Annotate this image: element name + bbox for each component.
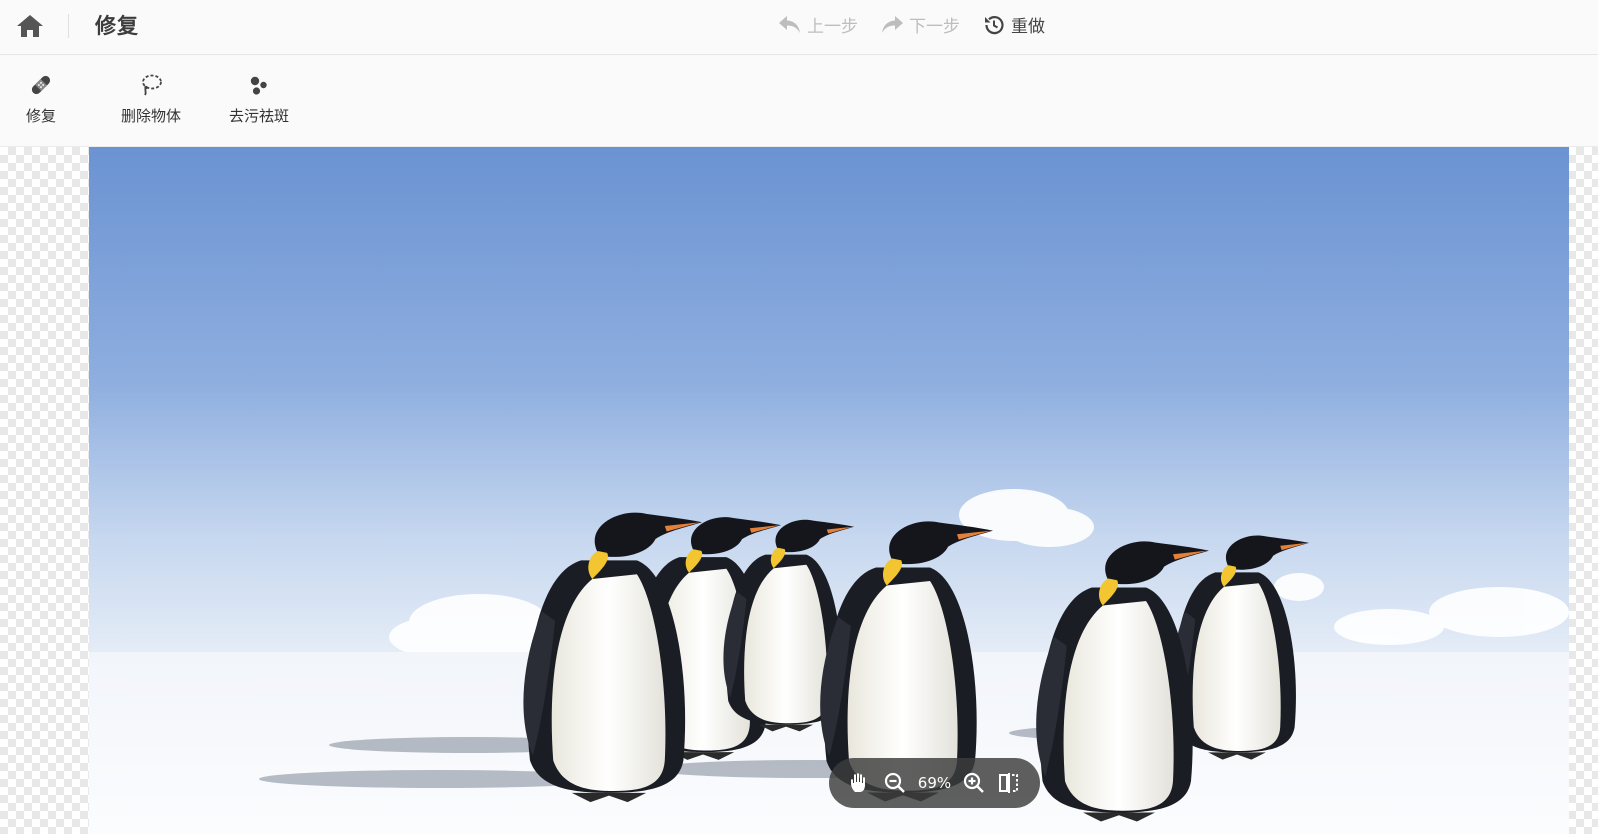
tool-spot-removal[interactable]: 去污祛斑	[229, 71, 289, 126]
zoom-in-button[interactable]	[962, 771, 986, 795]
tool-bar: 修复 删除物体 去污祛斑	[0, 55, 1598, 147]
redo-label: 下一步	[909, 17, 960, 37]
editing-canvas[interactable]	[0, 147, 1598, 834]
tool-label: 修复	[26, 107, 57, 125]
zoom-in-icon	[963, 772, 984, 793]
compare-icon	[998, 773, 1018, 793]
top-bar: 修复 上一步 下一步 重做	[0, 0, 1598, 55]
bandage-icon	[27, 71, 55, 99]
reset-label: 重做	[1011, 17, 1045, 37]
history-controls: 上一步 下一步 重做	[778, 12, 1045, 37]
pan-button[interactable]	[848, 771, 872, 795]
zoom-control-bar: 69%	[829, 758, 1040, 808]
undo-icon	[779, 15, 800, 33]
home-button[interactable]	[14, 11, 46, 41]
hand-icon	[851, 773, 866, 792]
lasso-icon	[137, 71, 165, 99]
tool-remove-object[interactable]: 删除物体	[121, 71, 181, 126]
reset-button[interactable]: 重做	[982, 12, 1045, 37]
topbar-divider	[68, 14, 69, 38]
compare-button[interactable]	[997, 771, 1021, 795]
zoom-out-button[interactable]	[883, 771, 907, 795]
home-icon	[17, 15, 43, 37]
zoom-out-icon	[884, 772, 905, 793]
tool-repair[interactable]: 修复	[26, 71, 56, 126]
redo-icon	[882, 15, 903, 33]
history-icon	[985, 15, 1004, 34]
spots-icon	[245, 71, 273, 99]
page-title: 修复	[95, 14, 139, 38]
photo-image[interactable]	[89, 147, 1569, 834]
undo-label: 上一步	[807, 17, 858, 37]
zoom-level: 69%	[917, 774, 952, 792]
tool-label: 删除物体	[121, 107, 182, 125]
redo-button[interactable]: 下一步	[880, 12, 960, 37]
undo-button[interactable]: 上一步	[778, 12, 858, 37]
tool-label: 去污祛斑	[229, 107, 290, 125]
